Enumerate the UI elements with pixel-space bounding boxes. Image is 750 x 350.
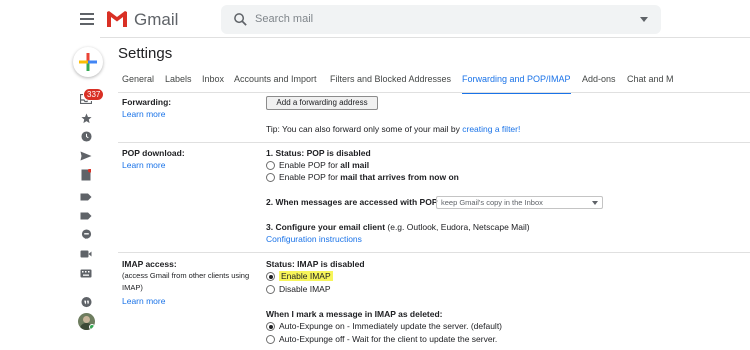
pop-client-bold: 3. Configure your email client	[266, 222, 386, 232]
clock-icon[interactable]	[80, 130, 92, 142]
tab-filters[interactable]: Filters and Blocked Addresses	[330, 74, 451, 94]
pop-client-suffix: (e.g. Outlook, Eudora, Netscape Mail)	[385, 222, 530, 232]
meet-icon[interactable]	[80, 249, 92, 259]
disable-imap-label: Disable IMAP	[279, 284, 331, 294]
auto-expunge-on-label: Auto-Expunge on - Immediately update the…	[279, 321, 503, 331]
add-forwarding-address-button[interactable]: Add a forwarding address	[266, 96, 378, 110]
tab-general[interactable]: General	[122, 74, 154, 94]
pop-access-select[interactable]: keep Gmail's copy in the Inbox	[436, 196, 603, 209]
tab-inbox[interactable]: Inbox	[202, 74, 224, 94]
forwarding-label: Forwarding:	[122, 97, 172, 107]
pop-opt1-bold: all mail	[340, 160, 370, 170]
keyboard-icon[interactable]	[80, 268, 92, 278]
tab-chat[interactable]: Chat and M	[627, 74, 674, 94]
pop-learn-more-link[interactable]: Learn more	[122, 160, 165, 170]
enable-imap-radio[interactable]	[266, 272, 275, 281]
imap-access-label: IMAP access:	[122, 259, 177, 269]
online-status-icon	[89, 324, 95, 330]
tab-labels[interactable]: Labels	[165, 74, 192, 94]
pop-access-heading: 2. When messages are accessed with POP	[266, 197, 438, 207]
imap-deleted-heading: When I mark a message in IMAP as deleted…	[266, 309, 443, 319]
draft-icon[interactable]	[80, 169, 92, 181]
inbox-count-badge: 337	[83, 88, 105, 101]
tabs-divider	[118, 92, 750, 93]
chat-icon[interactable]	[80, 228, 92, 239]
tab-forwarding-pop-imap[interactable]: Forwarding and POP/IMAP	[462, 74, 571, 94]
pop-opt2-text: Enable POP for	[279, 172, 341, 182]
compose-button[interactable]	[73, 47, 103, 77]
search-bar[interactable]: Search mail	[221, 5, 661, 34]
configuration-instructions-link[interactable]: Configuration instructions	[266, 234, 362, 244]
tip-text: Tip: You can also forward only some of y…	[266, 124, 463, 134]
enable-imap-label: Enable IMAP	[279, 271, 333, 281]
tab-add-ons[interactable]: Add-ons	[582, 74, 616, 94]
compose-plus-icon	[79, 53, 97, 71]
auto-expunge-on-radio[interactable]	[266, 322, 275, 331]
pop-client-heading: 3. Configure your email client (e.g. Out…	[266, 222, 530, 232]
enable-imap-text: Enable IMAP	[279, 271, 333, 281]
search-input[interactable]: Search mail	[255, 13, 313, 25]
auto-expunge-off-radio[interactable]	[266, 335, 275, 344]
star-icon[interactable]	[80, 112, 92, 123]
imap-learn-more-link[interactable]: Learn more	[122, 296, 165, 306]
section-divider	[118, 142, 750, 143]
gmail-logo-icon[interactable]	[105, 9, 129, 29]
pop-access-select-value: keep Gmail's copy in the Inbox	[441, 198, 543, 207]
imap-access-note: (access Gmail from other clients using I…	[122, 271, 250, 292]
send-icon[interactable]	[80, 151, 92, 161]
label-icon[interactable]	[80, 211, 92, 221]
forwarding-learn-more-link[interactable]: Learn more	[122, 109, 165, 119]
pop-from-now-label: Enable POP for mail that arrives from no…	[279, 172, 459, 182]
pop-all-mail-label: Enable POP for all mail	[279, 160, 369, 170]
section-divider	[118, 252, 750, 253]
pop-status: 1. Status: POP is disabled	[266, 148, 371, 158]
tab-accounts-and-import[interactable]: Accounts and Import	[234, 74, 317, 94]
gmail-wordmark: Gmail	[134, 10, 179, 29]
header-divider	[100, 37, 750, 38]
auto-expunge-off-label: Auto-Expunge off - Wait for the client t…	[279, 334, 498, 344]
pop-opt1-text: Enable POP for	[279, 160, 341, 170]
hangouts-icon[interactable]	[80, 296, 92, 307]
avatar[interactable]	[78, 313, 95, 330]
pop-download-label: POP download:	[122, 148, 185, 158]
label-icon[interactable]	[80, 192, 92, 202]
disable-imap-radio[interactable]	[266, 285, 275, 294]
search-options-icon[interactable]	[640, 17, 648, 22]
search-icon[interactable]	[233, 12, 248, 27]
menu-icon[interactable]	[80, 13, 94, 25]
imap-status: Status: IMAP is disabled	[266, 259, 365, 269]
pop-opt2-bold: mail that arrives from now on	[340, 172, 459, 182]
pop-from-now-radio[interactable]	[266, 173, 275, 182]
pop-all-mail-radio[interactable]	[266, 161, 275, 170]
create-filter-link[interactable]: creating a filter!	[462, 124, 520, 134]
page-title: Settings	[118, 45, 173, 62]
chevron-down-icon	[592, 201, 598, 205]
forwarding-tip: Tip: You can also forward only some of y…	[266, 124, 520, 134]
